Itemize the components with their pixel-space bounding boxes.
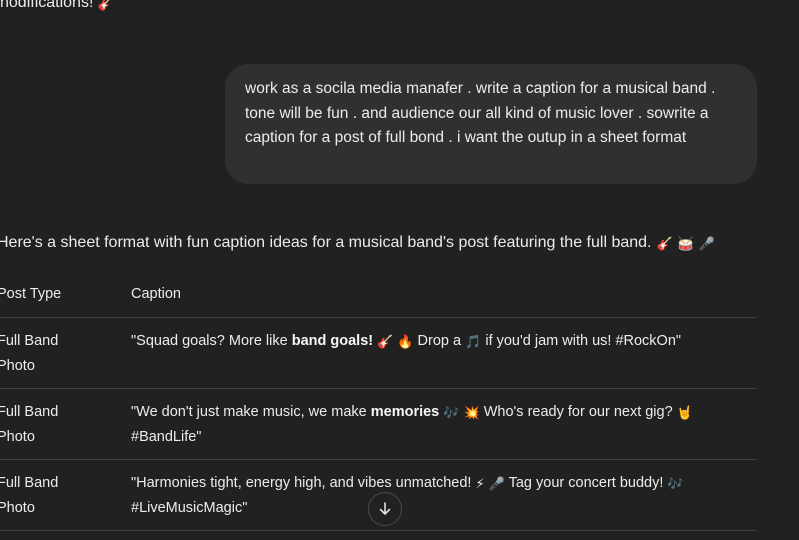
fire-emoji: 🔥 xyxy=(397,334,414,349)
scroll-to-bottom-button[interactable] xyxy=(368,492,402,526)
previous-message-tail: nodifications! 🎸 xyxy=(0,0,114,15)
caption-cell: "Harmonies tight, energy high, and vibes… xyxy=(131,475,684,516)
microphone-emoji: 🎤 xyxy=(698,236,716,251)
arrow-down-icon xyxy=(379,502,391,515)
table-row: Full Band Photo "Squad goals? More like … xyxy=(0,318,757,389)
user-message-text: work as a socila media manafer . write a… xyxy=(245,80,716,146)
post-type-cell: Full Band Photo xyxy=(0,404,59,445)
lightning-emoji: ⚡ xyxy=(475,476,485,491)
caption-cell: "Squad goals? More like band goals! 🎸 🔥 … xyxy=(131,333,682,349)
table-row: Full Band Photo "We don't just make musi… xyxy=(0,389,757,460)
rock-hand-emoji: 🤘 xyxy=(676,405,693,420)
post-type-cell: Full Band Photo xyxy=(0,475,59,516)
user-message-bubble: work as a socila media manafer . write a… xyxy=(225,64,757,184)
header-post-type: Post Type xyxy=(0,286,62,302)
header-caption: Caption xyxy=(131,286,181,302)
guitar-emoji: 🎸 xyxy=(97,0,115,11)
chat-page: nodifications! 🎸 work as a socila media … xyxy=(0,0,799,540)
caption-cell: "We don't just make music, we make memor… xyxy=(131,404,693,445)
music-note-emoji: 🎵 xyxy=(465,334,482,349)
microphone-emoji: 🎤 xyxy=(488,476,505,491)
assistant-intro: Here's a sheet format with fun caption i… xyxy=(0,230,715,256)
assistant-intro-text: Here's a sheet format with fun caption i… xyxy=(0,234,652,251)
post-type-cell: Full Band Photo xyxy=(0,333,59,374)
music-notes-emoji: 🎶 xyxy=(443,405,460,420)
previous-message-text: nodifications! xyxy=(0,0,98,11)
guitar-emoji: 🎸 xyxy=(656,236,673,251)
collision-emoji: 💥 xyxy=(463,405,480,420)
drum-emoji: 🥁 xyxy=(677,236,694,251)
table-header: Post Type Caption xyxy=(0,275,757,318)
guitar-emoji: 🎸 xyxy=(377,334,394,349)
music-notes-emoji: 🎶 xyxy=(667,476,684,491)
